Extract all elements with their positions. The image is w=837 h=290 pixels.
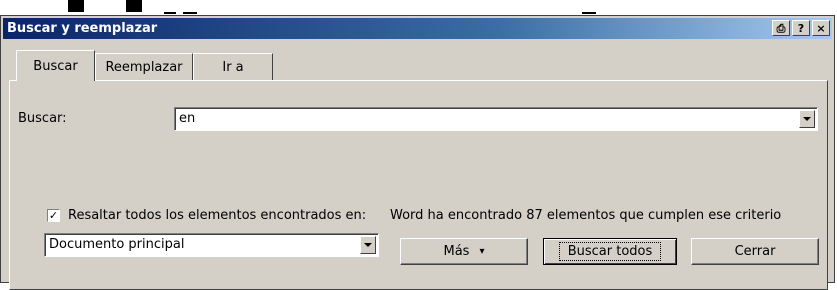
tab-buscar[interactable]: Buscar — [16, 50, 95, 81]
tab-reemplazar-label: Reemplazar — [105, 59, 183, 75]
close-button[interactable]: Cerrar — [691, 238, 819, 265]
highlight-checkbox[interactable]: ✓ — [47, 209, 60, 222]
find-combobox[interactable]: en — [174, 107, 818, 131]
help-icon[interactable]: ? — [792, 20, 810, 36]
double-chevron-down-icon: ▾ — [479, 246, 485, 257]
more-button-label: Más — [443, 244, 470, 259]
scope-dropdown-button[interactable] — [360, 236, 376, 254]
tab-ir-a[interactable]: Ir a — [193, 53, 273, 80]
more-button[interactable]: Más ▾ — [400, 238, 528, 265]
chevron-down-icon — [364, 243, 372, 247]
find-label: Buscar: — [18, 111, 67, 126]
document-mark — [183, 12, 197, 14]
document-background — [0, 0, 837, 15]
title-bar[interactable]: Buscar y reemplazar ⎙ ? × — [3, 18, 832, 39]
dialog-title: Buscar y reemplazar — [7, 21, 158, 36]
chevron-down-icon — [803, 117, 811, 121]
document-mark — [68, 0, 84, 12]
print-icon[interactable]: ⎙ — [772, 20, 790, 36]
document-mark — [164, 12, 176, 14]
status-text: Word ha encontrado 87 elementos que cump… — [390, 208, 782, 223]
scope-select[interactable]: Documento principal — [44, 233, 379, 257]
find-input[interactable]: en — [179, 111, 195, 126]
document-mark — [582, 12, 596, 14]
highlight-label: Resaltar todos los elementos encontrados… — [68, 208, 367, 223]
tab-ir-a-label: Ir a — [222, 59, 244, 75]
find-all-button[interactable]: Buscar todos — [543, 238, 677, 265]
scope-value: Documento principal — [49, 237, 185, 252]
tab-reemplazar[interactable]: Reemplazar — [95, 53, 193, 80]
close-icon[interactable]: × — [812, 20, 830, 36]
tab-buscar-label: Buscar — [33, 58, 78, 74]
close-button-label: Cerrar — [734, 244, 776, 259]
find-replace-dialog: Buscar y reemplazar ⎙ ? × Buscar Reempla… — [0, 15, 835, 290]
find-dropdown-button[interactable] — [799, 110, 815, 128]
tab-panel: Buscar: en ✓ Resaltar todos los elemento… — [9, 80, 828, 290]
document-mark — [126, 0, 142, 12]
find-all-label: Buscar todos — [558, 242, 662, 261]
